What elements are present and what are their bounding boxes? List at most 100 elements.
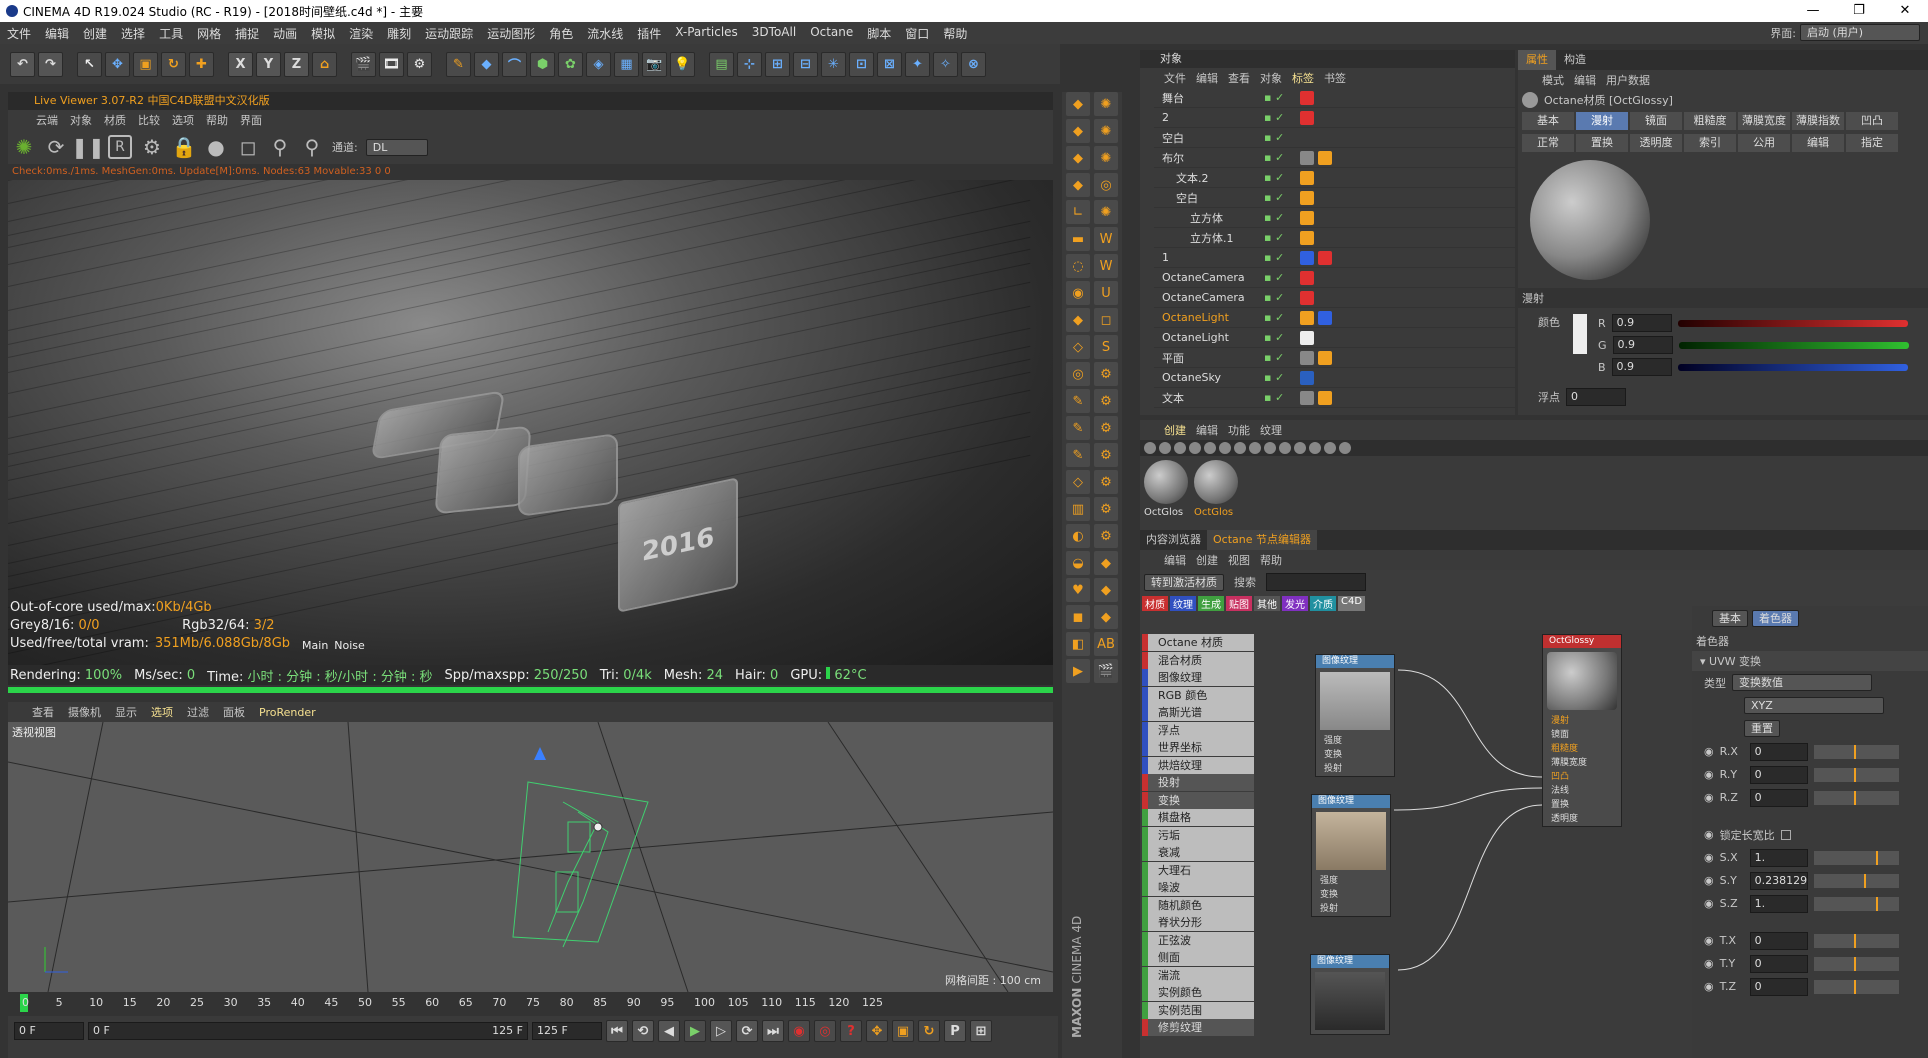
node-palette-item[interactable]: 高斯光谱: [1142, 704, 1254, 721]
category-tab[interactable]: 生成: [1198, 596, 1224, 611]
type-dropdown[interactable]: 变换数值: [1732, 674, 1872, 691]
om-menu-item[interactable]: 标签: [1292, 70, 1314, 86]
sphere-icon[interactable]: ●: [204, 135, 228, 159]
object-row[interactable]: 布尔 ▪ ✓: [1154, 148, 1515, 168]
b-field[interactable]: 0.9: [1611, 358, 1672, 376]
tool-icon[interactable]: W: [1094, 254, 1118, 278]
visibility-flags[interactable]: ▪ ✓: [1264, 231, 1300, 244]
node-port[interactable]: 漫射: [1543, 714, 1621, 728]
xray-icon[interactable]: ✦: [905, 51, 930, 77]
menu-item[interactable]: 帮助: [936, 25, 974, 42]
tag-icon[interactable]: [1300, 90, 1314, 105]
filter-icon[interactable]: [1324, 442, 1336, 454]
viewport-menu-item[interactable]: 显示: [115, 704, 137, 720]
menu-item[interactable]: 脚本: [860, 25, 898, 42]
node-palette-item[interactable]: 脊状分形: [1142, 914, 1254, 931]
category-tab[interactable]: 纹理: [1170, 596, 1196, 611]
transform-slider[interactable]: [1813, 850, 1899, 865]
tag-icon[interactable]: [1300, 210, 1314, 225]
channel-button[interactable]: 透明度: [1630, 134, 1682, 152]
channel-button[interactable]: 公用: [1738, 134, 1790, 152]
tool-icon[interactable]: ◆: [1066, 119, 1090, 143]
camera-icon[interactable]: 📷: [642, 51, 667, 77]
node-palette-item[interactable]: Octane 材质: [1142, 634, 1254, 651]
object-row[interactable]: 空白 ▪ ✓: [1154, 128, 1515, 148]
node-palette-item[interactable]: 修剪纹理: [1142, 1019, 1254, 1036]
lock-axis-icon[interactable]: ✳: [821, 51, 846, 77]
image-texture-node-3[interactable]: 图像纹理: [1310, 954, 1390, 1035]
category-tab[interactable]: 发光: [1282, 596, 1308, 611]
ne-menu-item[interactable]: 编辑: [1164, 552, 1186, 568]
image-texture-node-2[interactable]: 图像纹理 强度 变换 投射: [1311, 794, 1391, 917]
play-icon[interactable]: ▶: [684, 1020, 706, 1042]
visibility-flags[interactable]: ▪ ✓: [1264, 351, 1300, 364]
node-port[interactable]: 镜面: [1543, 728, 1621, 742]
coord-system-icon[interactable]: ⌂: [312, 51, 337, 77]
tab-shader[interactable]: 着色器: [1752, 610, 1799, 627]
perspective-view[interactable]: 透视视图 网格间距 : 100 cm: [8, 722, 1053, 992]
menu-item[interactable]: 模拟: [304, 25, 342, 42]
mm-menu-item[interactable]: 创建: [1164, 422, 1186, 438]
channel-button[interactable]: 凹凸: [1846, 112, 1898, 130]
channel-button[interactable]: 镜面: [1630, 112, 1682, 130]
channel-button[interactable]: 指定: [1846, 134, 1898, 152]
node-palette-item[interactable]: RGB 颜色: [1142, 686, 1254, 704]
pin-icon[interactable]: ⚲: [268, 135, 292, 159]
filter-icon[interactable]: [1264, 442, 1276, 454]
end-frame-field[interactable]: 125 F: [532, 1022, 602, 1040]
node-palette-item[interactable]: 湍流: [1142, 966, 1254, 984]
array-icon[interactable]: ✿: [558, 51, 583, 77]
om-menu-item[interactable]: 文件: [1164, 70, 1186, 86]
tool-icon[interactable]: ◐: [1066, 524, 1090, 548]
tab-construction[interactable]: 构造: [1556, 50, 1594, 70]
ne-menu-item[interactable]: 帮助: [1260, 552, 1282, 568]
nurbs-icon[interactable]: ⬢: [530, 51, 555, 77]
object-row[interactable]: OctaneCamera ▪ ✓: [1154, 288, 1515, 308]
lock-aspect-checkbox[interactable]: [1780, 829, 1791, 840]
tag-icon[interactable]: [1300, 350, 1314, 365]
floor-icon[interactable]: ▦: [614, 51, 639, 77]
tool-icon[interactable]: ◉: [1066, 281, 1090, 305]
channel-button[interactable]: 薄膜宽度: [1738, 112, 1790, 130]
settings-icon[interactable]: ⚙: [140, 135, 164, 159]
menu-item[interactable]: 创建: [76, 25, 114, 42]
node-palette-item[interactable]: 混合材质: [1142, 651, 1254, 669]
transform-field[interactable]: 0: [1749, 931, 1808, 950]
tool-icon[interactable]: ▶: [1066, 659, 1090, 683]
axis-z-button[interactable]: Z: [284, 51, 309, 77]
tag-icon[interactable]: [1300, 390, 1314, 405]
redo-icon[interactable]: ↷: [38, 51, 63, 77]
menu-item[interactable]: 工具: [152, 25, 190, 42]
tool-icon[interactable]: ∟: [1066, 200, 1090, 224]
node-palette-item[interactable]: 正弦波: [1142, 931, 1254, 949]
prev-key-icon[interactable]: ⟲: [632, 1020, 654, 1042]
rotate-icon[interactable]: ↻: [161, 51, 186, 77]
tag-icon[interactable]: [1300, 230, 1314, 245]
light-icon[interactable]: 💡: [670, 51, 695, 77]
channel-button[interactable]: 粗糙度: [1684, 112, 1736, 130]
transform-field[interactable]: 0: [1749, 977, 1808, 996]
tool-icon[interactable]: ♥: [1066, 578, 1090, 602]
object-row[interactable]: OctaneSky ▪ ✓: [1154, 368, 1515, 388]
render-view-icon[interactable]: 🎬: [351, 51, 376, 77]
main-tab[interactable]: Main: [302, 639, 328, 652]
channel-button[interactable]: 基本: [1522, 112, 1574, 130]
transform-slider[interactable]: [1813, 933, 1899, 948]
tag-icon[interactable]: [1318, 350, 1332, 365]
next-key-icon[interactable]: ⟳: [736, 1020, 758, 1042]
menu-item[interactable]: 文件: [0, 25, 38, 42]
node-port[interactable]: 法线: [1543, 784, 1621, 798]
visibility-flags[interactable]: ▪ ✓: [1264, 311, 1300, 324]
interface-dropdown[interactable]: 启动 (用户): [1800, 24, 1920, 41]
add-object-icon[interactable]: ✚: [189, 51, 214, 77]
visibility-flags[interactable]: ▪ ✓: [1264, 171, 1300, 184]
menu-item[interactable]: 捕捉: [228, 25, 266, 42]
move-icon[interactable]: ✥: [105, 51, 130, 77]
order-dropdown[interactable]: XYZ: [1744, 697, 1884, 714]
tool-icon[interactable]: ✎: [1066, 443, 1090, 467]
om-menu-item[interactable]: 对象: [1260, 70, 1282, 86]
filter-icon[interactable]: [1174, 442, 1186, 454]
tag-icon[interactable]: [1318, 150, 1332, 165]
filter-icon[interactable]: [1294, 442, 1306, 454]
tool-icon[interactable]: ⚙: [1094, 524, 1118, 548]
